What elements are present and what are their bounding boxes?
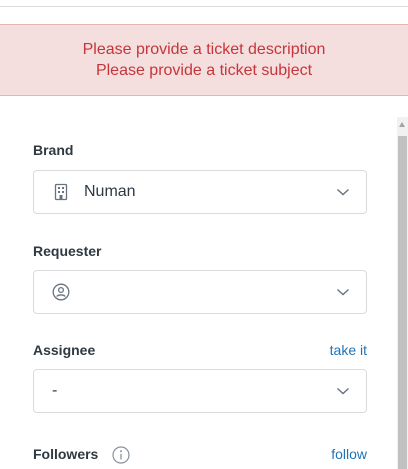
- requester-select[interactable]: [33, 270, 367, 314]
- brand-value: Numan: [84, 183, 136, 200]
- follow-link[interactable]: follow: [331, 446, 367, 462]
- error-banner: Please provide a ticket description Plea…: [0, 24, 408, 96]
- assignee-select[interactable]: -: [33, 369, 367, 413]
- followers-label: Followers: [33, 446, 99, 462]
- top-edge: [0, 0, 408, 7]
- brand-label: Brand: [33, 142, 74, 158]
- chevron-down-icon: [337, 387, 349, 395]
- user-circle-icon: [52, 283, 70, 301]
- assignee-label: Assignee: [33, 342, 96, 358]
- panel-scrollbar[interactable]: [397, 117, 408, 469]
- building-icon: [54, 183, 68, 201]
- brand-select[interactable]: Numan: [33, 170, 367, 214]
- assignee-value: -: [52, 382, 58, 399]
- info-icon[interactable]: [112, 446, 130, 464]
- take-it-link[interactable]: take it: [330, 342, 367, 358]
- requester-label: Requester: [33, 243, 102, 259]
- chevron-down-icon: [337, 288, 349, 296]
- scrollbar-thumb[interactable]: [398, 136, 407, 469]
- scroll-up-arrow-icon[interactable]: [399, 122, 405, 127]
- error-message-subject: Please provide a ticket subject: [95, 62, 313, 79]
- error-message-description: Please provide a ticket description: [82, 41, 326, 58]
- chevron-down-icon: [337, 188, 349, 196]
